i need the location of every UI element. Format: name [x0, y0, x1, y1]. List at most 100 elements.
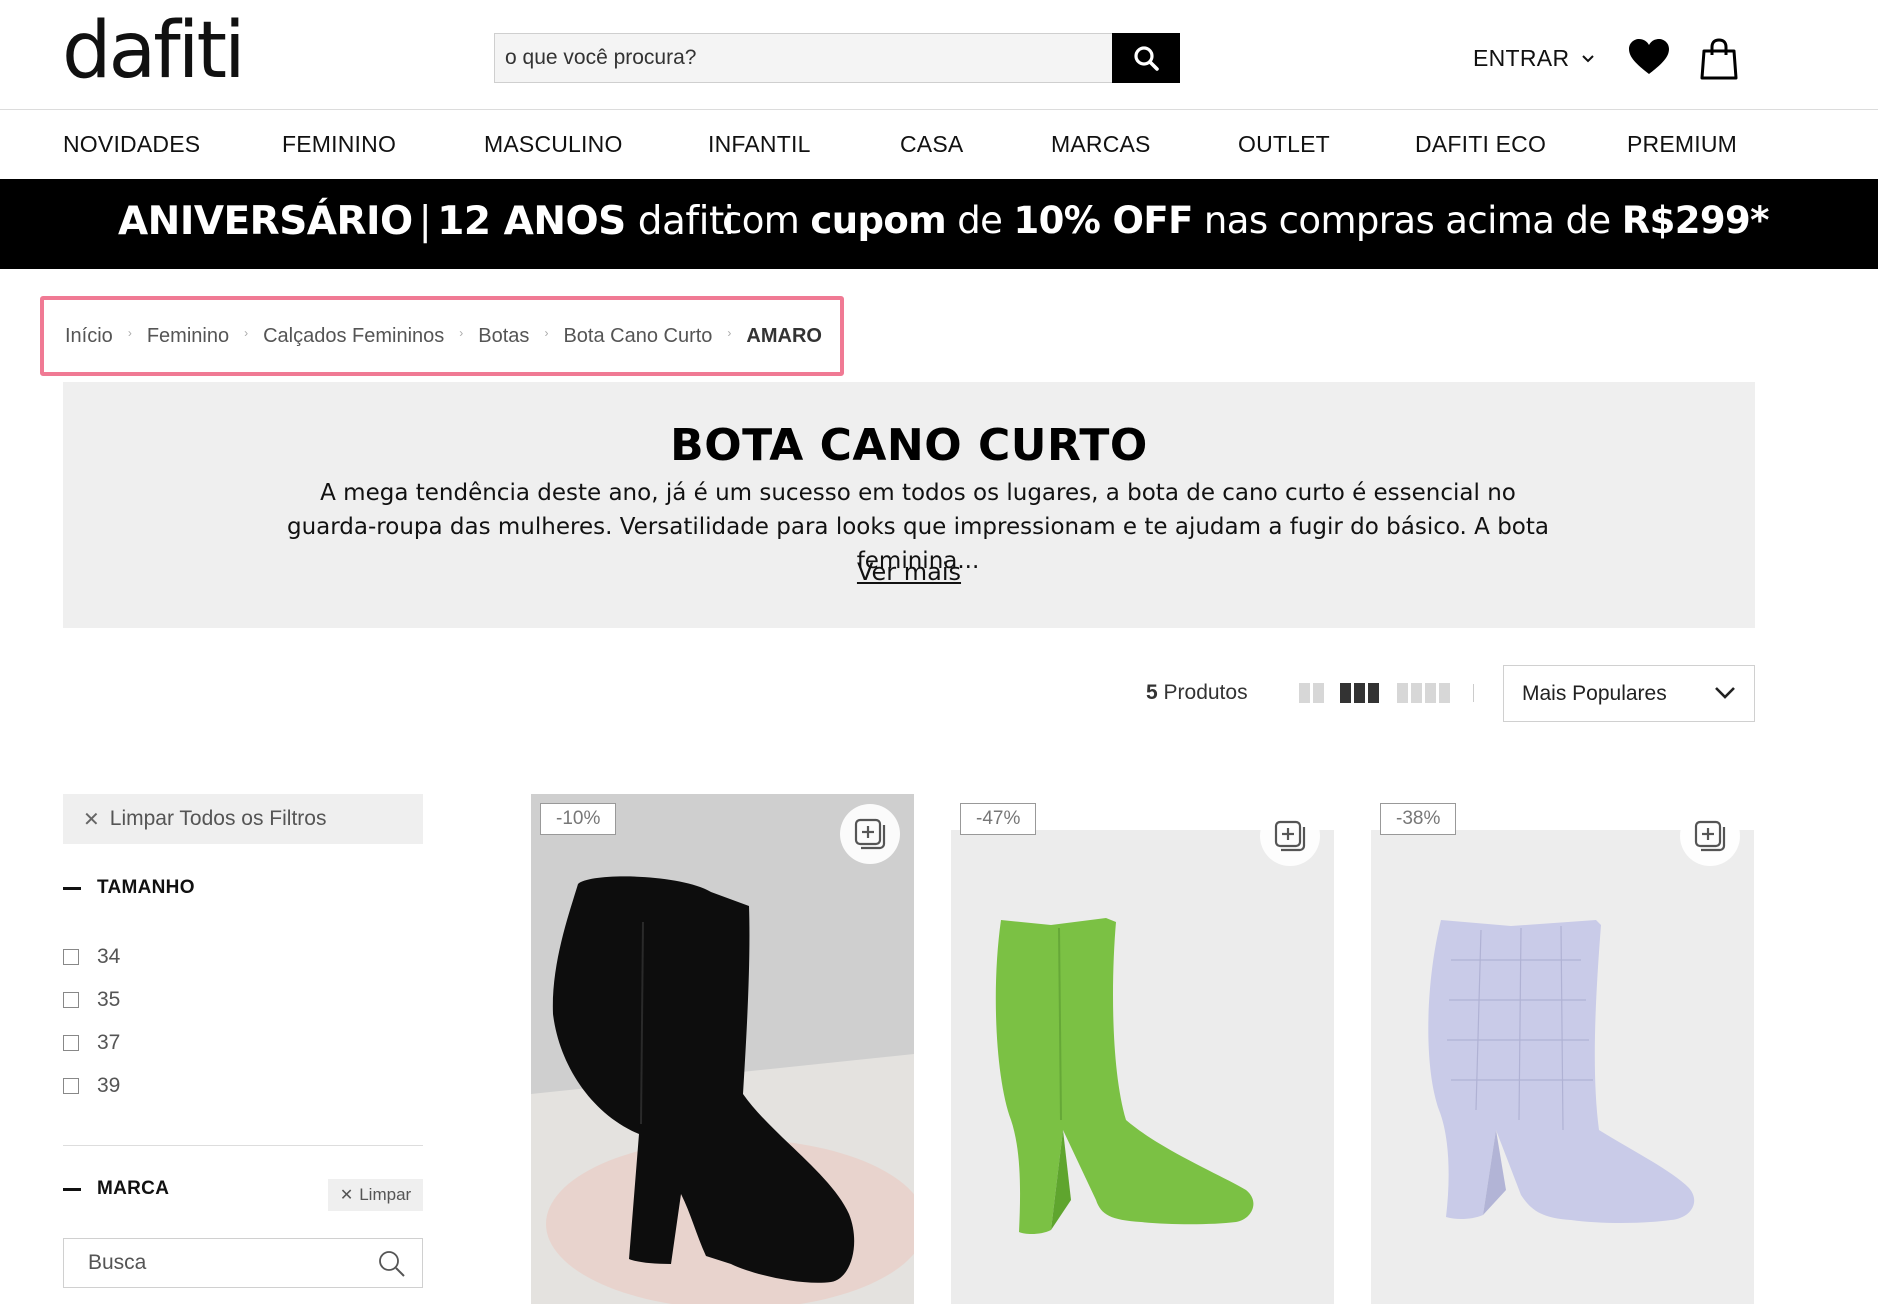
promo-text-bold: cupom [810, 199, 947, 242]
promo-separator: | [418, 199, 432, 244]
collapse-icon [63, 1187, 81, 1191]
product-card[interactable]: -38% [1371, 794, 1754, 1304]
product-image[interactable] [951, 830, 1334, 1304]
nav-item-dafiti-eco[interactable]: DAFITI ECO [1415, 131, 1546, 158]
size-option-label: 37 [97, 1031, 121, 1054]
promo-banner[interactable]: ANIVERSÁRIO | 12 ANOS dafiti com cupom d… [0, 179, 1878, 269]
size-option-37[interactable]: 37 [63, 1031, 120, 1055]
add-to-list-icon [1274, 820, 1306, 852]
promo-anniversary-label: ANIVERSÁRIO [118, 199, 413, 244]
promo-anniversary: ANIVERSÁRIO | 12 ANOS dafiti [118, 199, 735, 244]
add-to-list-button[interactable] [1680, 806, 1740, 866]
size-option-label: 39 [97, 1074, 121, 1097]
filter-size-header[interactable]: TAMANHO [63, 877, 195, 899]
product-photo [1371, 830, 1754, 1304]
add-to-list-icon [854, 818, 886, 850]
checkbox[interactable] [63, 1035, 79, 1051]
add-to-list-button[interactable] [1260, 806, 1320, 866]
clear-brand-filter-button[interactable]: ✕ Limpar [328, 1179, 423, 1211]
breadcrumb-item-feminino[interactable]: Feminino [147, 325, 229, 348]
discount-badge: -47% [960, 803, 1037, 835]
add-to-list-button[interactable] [840, 804, 900, 864]
nav-item-marcas[interactable]: MARCAS [1051, 131, 1151, 158]
page-title: BOTA CANO CURTO [670, 420, 1148, 471]
breadcrumb-item-inicio[interactable]: Início [65, 325, 113, 348]
product-card[interactable]: -47% [951, 794, 1334, 1304]
filter-brand-title: MARCA [97, 1178, 170, 1199]
close-icon: ✕ [339, 1187, 354, 1204]
sort-select[interactable]: Mais Populares [1503, 665, 1755, 722]
ver-mais-link[interactable]: Ver mais [63, 558, 1755, 586]
brand-search [63, 1238, 423, 1288]
breadcrumb-separator-icon: › [544, 326, 549, 340]
promo-text: nas compras acima de [1192, 199, 1622, 242]
nav-item-feminino[interactable]: FEMININO [282, 131, 396, 158]
search-icon [1134, 46, 1159, 71]
checkbox[interactable] [63, 949, 79, 965]
toolbar-divider [1473, 684, 1474, 702]
grid-cell-icon [1368, 683, 1379, 703]
dafiti-logo[interactable]: dafiti [62, 6, 246, 96]
search-input[interactable] [495, 34, 1111, 82]
discount-badge: -10% [540, 803, 617, 835]
size-option-35[interactable]: 35 [63, 988, 120, 1012]
search-bar [494, 33, 1180, 83]
grid-3-columns-button[interactable] [1340, 683, 1379, 703]
site-header: dafiti ENTRAR [0, 0, 1878, 110]
product-image[interactable] [1371, 830, 1754, 1304]
breadcrumb-separator-icon: › [459, 326, 464, 340]
nav-item-premium[interactable]: PREMIUM [1627, 131, 1737, 158]
wishlist-button[interactable] [1628, 38, 1670, 81]
grid-cell-icon [1411, 683, 1422, 703]
breadcrumb-separator-icon: › [127, 326, 132, 340]
nav-item-infantil[interactable]: INFANTIL [708, 131, 811, 158]
category-hero: BOTA CANO CURTO A mega tendência deste a… [63, 382, 1755, 628]
promo-years: 12 ANOS [437, 199, 626, 244]
login-menu[interactable]: ENTRAR [1473, 45, 1595, 72]
nav-item-casa[interactable]: CASA [900, 131, 963, 158]
size-option-34[interactable]: 34 [63, 945, 120, 969]
checkbox[interactable] [63, 992, 79, 1008]
product-photo [951, 830, 1334, 1304]
grid-4-columns-button[interactable] [1397, 683, 1450, 703]
login-label: ENTRAR [1473, 45, 1570, 71]
breadcrumb-item-bota-cano-curto[interactable]: Bota Cano Curto [563, 325, 712, 348]
promo-text: com [722, 199, 811, 242]
chevron-down-icon [1582, 54, 1595, 62]
search-icon[interactable] [378, 1250, 406, 1278]
nav-item-outlet[interactable]: OUTLET [1238, 131, 1330, 158]
filter-brand-header[interactable]: MARCA [63, 1178, 169, 1200]
clear-all-filters-button[interactable]: ✕ Limpar Todos os Filtros [63, 794, 423, 844]
sort-selected-value: Mais Populares [1522, 681, 1667, 705]
collapse-icon [63, 886, 81, 890]
breadcrumb-separator-icon: › [727, 326, 732, 340]
grid-cell-icon [1439, 683, 1450, 703]
promo-offer: com cupom de 10% OFF nas compras acima d… [722, 199, 1770, 242]
size-option-39[interactable]: 39 [63, 1074, 120, 1098]
heart-icon [1629, 39, 1669, 74]
nav-item-novidades[interactable]: NOVIDADES [63, 131, 200, 158]
breadcrumb-item-botas[interactable]: Botas [478, 325, 529, 348]
product-count-number: 5 [1146, 681, 1158, 704]
filter-divider [63, 1145, 423, 1146]
product-photo [531, 794, 914, 1304]
grid-cell-icon [1397, 683, 1408, 703]
brand-search-input[interactable] [64, 1239, 364, 1287]
breadcrumb-item-calcados-femininos[interactable]: Calçados Femininos [263, 325, 444, 348]
search-button[interactable] [1112, 33, 1180, 83]
breadcrumb-separator-icon: › [244, 326, 249, 340]
promo-threshold: R$299* [1621, 199, 1770, 242]
promo-discount: 10% OFF [1013, 199, 1194, 242]
product-card[interactable]: -10% [531, 794, 914, 1304]
checkbox[interactable] [63, 1078, 79, 1094]
size-option-label: 35 [97, 988, 121, 1011]
nav-item-masculino[interactable]: MASCULINO [484, 131, 623, 158]
main-nav: NOVIDADES FEMININO MASCULINO INFANTIL CA… [0, 111, 1878, 179]
size-option-label: 34 [97, 945, 121, 968]
grid-2-columns-button[interactable] [1299, 683, 1324, 703]
clear-brand-filter-label: Limpar [359, 1185, 412, 1204]
clear-all-filters-label: Limpar Todos os Filtros [109, 807, 327, 830]
cart-button[interactable] [1700, 38, 1738, 85]
product-image[interactable] [531, 794, 914, 1304]
breadcrumb: Início › Feminino › Calçados Femininos ›… [40, 296, 844, 376]
